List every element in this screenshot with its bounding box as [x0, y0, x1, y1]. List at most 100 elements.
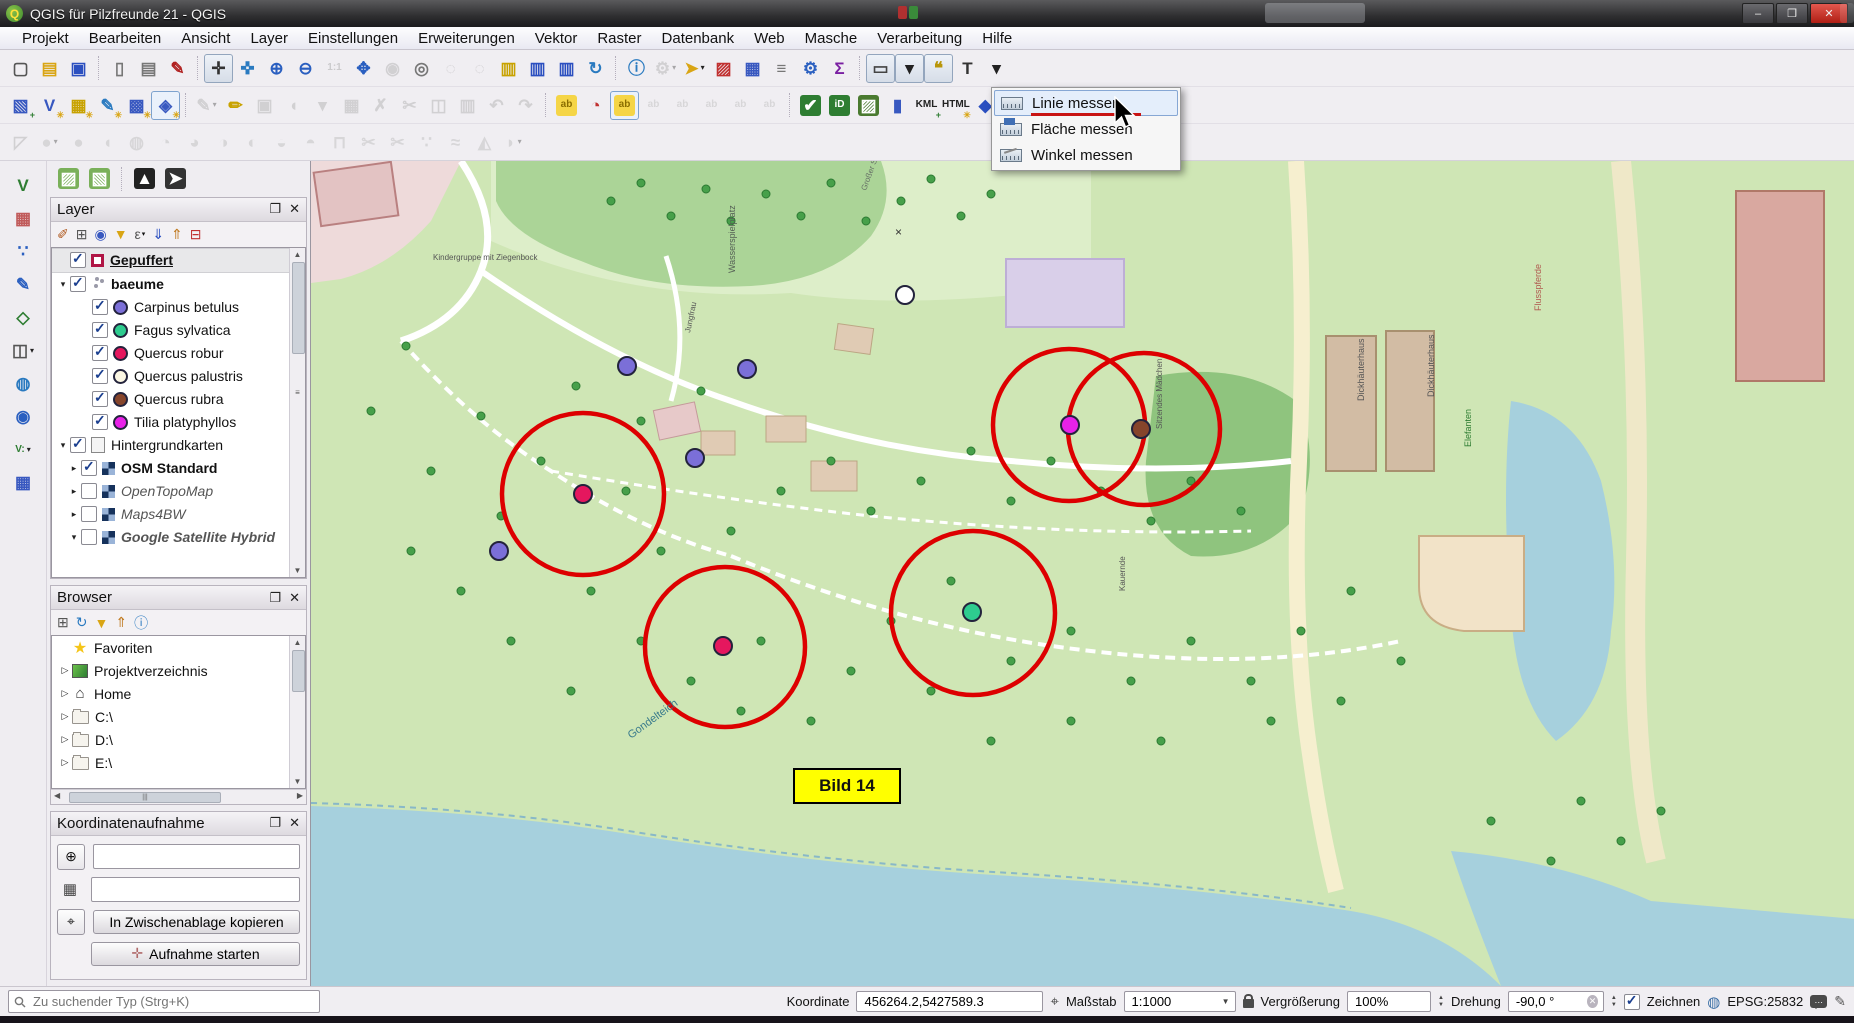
add-vector-layer-icon[interactable]: V✳	[35, 91, 64, 120]
magnifier-input[interactable]	[1353, 993, 1425, 1010]
scale-input[interactable]	[1130, 993, 1222, 1010]
add-virtual-layer-icon[interactable]: ◈✳	[151, 91, 180, 120]
new-project-icon[interactable]: ▢	[6, 54, 35, 83]
log-icon[interactable]: ✎	[1834, 993, 1846, 1010]
menu-masche[interactable]: Masche	[795, 30, 868, 47]
open-layer-styling-icon[interactable]: ✐	[57, 226, 69, 243]
menu-item-fl-che-messen[interactable]: Fläche messen	[994, 116, 1178, 142]
search-input[interactable]	[31, 993, 314, 1010]
v-dots-tool-icon[interactable]: V:▾	[9, 435, 38, 464]
browser-item-favoriten[interactable]: ★Favoriten	[52, 636, 305, 659]
expander-icon[interactable]: ▷	[58, 665, 72, 676]
polygon-tool-icon[interactable]: ◇	[9, 303, 38, 332]
export-kml-icon[interactable]: KML+	[912, 91, 941, 120]
scrollbar-thumb[interactable]	[292, 650, 305, 692]
chevron-down-icon[interactable]: ▾	[30, 347, 34, 355]
coordinate-capture-field-2[interactable]	[91, 877, 300, 902]
manage-visibility-icon[interactable]: ◉	[94, 226, 106, 243]
menu-raster[interactable]: Raster	[587, 30, 651, 47]
osm-place-search-icon[interactable]: ▨	[54, 164, 83, 193]
close-panel-icon[interactable]: ✕	[289, 590, 300, 606]
browser-item-home[interactable]: ▷⌂Home	[52, 682, 305, 705]
collapse-all-icon[interactable]: ⇑	[171, 226, 183, 243]
pan-to-selection-icon[interactable]: ✜	[233, 54, 262, 83]
expander-icon[interactable]: ▸	[67, 463, 81, 474]
menu-item-winkel-messen[interactable]: Winkel messen	[994, 142, 1178, 168]
refresh-icon[interactable]: ↻	[76, 614, 88, 631]
scale-combobox[interactable]: ▼	[1124, 991, 1236, 1012]
color-grid-tool-icon[interactable]: ▦	[9, 204, 38, 233]
layout-manager-icon[interactable]: ▤	[134, 54, 163, 83]
visibility-checkbox[interactable]	[70, 437, 86, 453]
open-attribute-table-icon[interactable]: ▦	[738, 54, 767, 83]
menu-einstellungen[interactable]: Einstellungen	[298, 30, 408, 47]
menu-bearbeiten[interactable]: Bearbeiten	[79, 30, 172, 47]
pen-tool-icon[interactable]: ✎	[9, 270, 38, 299]
add-selected-layers-icon[interactable]: ⊞	[57, 614, 69, 631]
annotation-dropdown-icon[interactable]: ▾	[982, 54, 1011, 83]
layer-item-google-satellite-hybrid[interactable]: ▾Google Satellite Hybrid	[52, 526, 305, 549]
plugin-green-select-icon[interactable]: ✔	[796, 91, 825, 120]
expander-icon[interactable]: ▾	[56, 440, 70, 451]
cube-layers-tool-icon[interactable]: ◫▾	[9, 336, 38, 365]
toggle-editing-icon[interactable]: ✏	[221, 91, 250, 120]
show-bookmarks-2-icon[interactable]: ▥	[552, 54, 581, 83]
float-panel-icon[interactable]: ❐	[269, 815, 281, 831]
browser-item-e[interactable]: ▷E:\	[52, 751, 305, 774]
zoom-in-icon[interactable]: ⊕	[262, 54, 291, 83]
expander-icon[interactable]: ▷	[58, 688, 72, 699]
expression-filter-icon[interactable]: ε▾	[135, 226, 146, 242]
zoom-full-icon[interactable]: ✥	[349, 54, 378, 83]
crs-status[interactable]: EPSG:25832	[1727, 994, 1803, 1009]
layer-item-fagus-sylvatica[interactable]: Fagus sylvatica	[52, 319, 305, 342]
layer-item-quercus-robur[interactable]: Quercus robur	[52, 342, 305, 365]
expander-icon[interactable]: ▾	[67, 532, 81, 543]
messages-icon[interactable]: …	[1810, 995, 1827, 1008]
expander-icon[interactable]: ▸	[67, 509, 81, 520]
minimize-button[interactable]: –	[1742, 3, 1774, 24]
properties-icon[interactable]: ⓘ	[134, 613, 148, 633]
visibility-checkbox[interactable]	[70, 276, 86, 292]
add-raster-layer-icon[interactable]: ▦✳	[64, 91, 93, 120]
chevron-down-icon[interactable]: ▾	[54, 138, 58, 146]
vector-v-tool-icon[interactable]: V	[9, 171, 38, 200]
camera-import-icon[interactable]: ▲	[130, 164, 159, 193]
globe-crs-icon[interactable]: ◍	[1707, 993, 1720, 1011]
text-annotation-icon[interactable]: T	[953, 54, 982, 83]
visibility-checkbox[interactable]	[81, 506, 97, 522]
browser-item-d[interactable]: ▷D:\	[52, 728, 305, 751]
zoom-to-layer-icon[interactable]: ◎	[407, 54, 436, 83]
rotation-spinner[interactable]: ▲▼	[1611, 995, 1617, 1009]
new-bookmark-icon[interactable]: ▥	[494, 54, 523, 83]
visibility-checkbox[interactable]	[92, 391, 108, 407]
clear-rotation-icon[interactable]: ✕	[1587, 995, 1598, 1008]
layer-tree-scrollbar[interactable]: ▲≡▼	[289, 248, 305, 578]
scroll-down-icon[interactable]: ▼	[290, 564, 305, 577]
browser-scrollbar[interactable]: ▲▼	[289, 636, 305, 787]
map-tips-icon[interactable]: ❝	[924, 54, 953, 83]
float-panel-icon[interactable]: ❐	[269, 201, 281, 217]
rotation-input[interactable]	[1514, 993, 1587, 1010]
measure-dropdown-icon[interactable]: ▾	[895, 54, 924, 83]
scroll-up-icon[interactable]: ▲	[290, 248, 305, 261]
layer-item-quercus-palustris[interactable]: Quercus palustris	[52, 365, 305, 388]
float-panel-icon[interactable]: ❐	[269, 590, 281, 606]
expander-icon[interactable]: ▸	[67, 486, 81, 497]
scroll-up-icon[interactable]: ▲	[290, 636, 305, 649]
identify-features-icon[interactable]: ⓘ	[622, 54, 651, 83]
restore-button[interactable]: ❐	[1776, 3, 1808, 24]
deselect-features-icon[interactable]: ▨	[709, 54, 738, 83]
layer-item-opentopomap[interactable]: ▸OpenTopoMap	[52, 480, 305, 503]
expander-icon[interactable]: ▾	[56, 279, 70, 290]
style-manager-icon[interactable]: ✎	[163, 54, 192, 83]
browser-item-projektverzeichnis[interactable]: ▷Projektverzeichnis	[52, 659, 305, 682]
browser-item-c[interactable]: ▷C:\	[52, 705, 305, 728]
layer-item-quercus-rubra[interactable]: Quercus rubra	[52, 388, 305, 411]
visibility-checkbox[interactable]	[81, 529, 97, 545]
visibility-checkbox[interactable]	[81, 483, 97, 499]
visibility-checkbox[interactable]	[81, 460, 97, 476]
layer-item-gepuffert[interactable]: Gepuffert	[52, 248, 305, 273]
coordinate-input[interactable]	[862, 993, 1037, 1010]
expander-icon[interactable]: ▷	[58, 734, 72, 745]
new-print-layout-icon[interactable]: ▯	[105, 54, 134, 83]
